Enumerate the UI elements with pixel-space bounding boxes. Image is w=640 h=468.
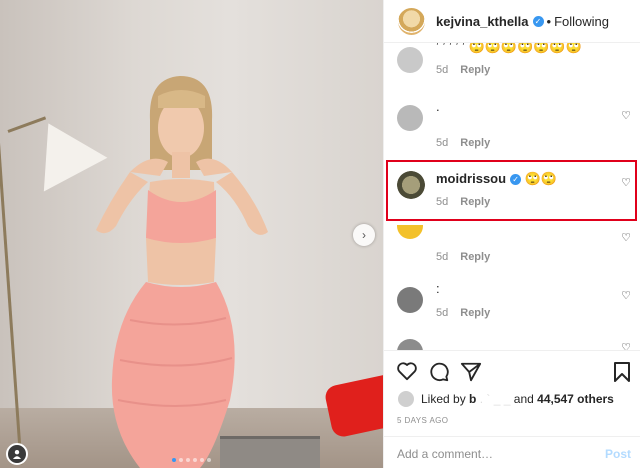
reply-button[interactable]: Reply — [460, 64, 490, 76]
others-count[interactable]: 44,547 others — [537, 392, 614, 406]
post-header: kejvina_kthella ✓ • Following — [384, 0, 640, 43]
comment-item: ♡ — [384, 331, 640, 350]
carousel-dot — [179, 458, 183, 462]
comment-item: . 5d Reply ♡ — [384, 95, 640, 151]
comment-like-heart-icon[interactable]: ♡ — [621, 289, 631, 302]
carousel-dot — [200, 458, 204, 462]
author-username[interactable]: kejvina_kthella — [436, 14, 529, 29]
comment-meta: 5d Reply — [436, 64, 490, 76]
comment-item: : 5d Reply ♡ — [384, 275, 640, 331]
liked-by-and: and — [513, 392, 534, 406]
comment-avatar[interactable] — [397, 225, 423, 239]
reply-button[interactable]: Reply — [460, 251, 490, 263]
comment-meta: 5d Reply — [436, 137, 490, 149]
share-icon[interactable] — [460, 361, 482, 388]
comment-item: ʼ ʼ ʼ ʼ ʼ 🙄🙄🙄🙄🙄🙄🙄 5d Reply — [384, 43, 640, 95]
post-comment-button[interactable]: Post — [605, 447, 631, 461]
verified-badge-icon: ✓ — [532, 15, 544, 27]
post-timestamp[interactable]: 5 DAYS AGO — [397, 416, 448, 425]
liked-by-user-obscured: . ` _ _ — [479, 392, 511, 406]
comment-text: . — [436, 99, 440, 114]
likes-summary: Liked by b . ` _ _ and 44,547 others — [397, 390, 614, 408]
comment-time: 5d — [436, 137, 449, 149]
chevron-right-icon: › — [362, 228, 366, 242]
carousel-dot — [193, 458, 197, 462]
comment-like-heart-icon[interactable]: ♡ — [621, 231, 631, 244]
instagram-post: › kejvina_kthella ✓ • Following ʼ ʼ ʼ ʼ … — [0, 0, 640, 468]
comment-time: 5d — [436, 64, 449, 76]
add-comment-bar: Add a comment… Post — [384, 436, 640, 468]
action-icons — [396, 361, 631, 385]
comment-avatar[interactable] — [397, 105, 423, 131]
author-avatar[interactable] — [398, 7, 425, 35]
comment-text: ʼ ʼ ʼ ʼ ʼ 🙄🙄🙄🙄🙄🙄🙄 — [436, 43, 582, 54]
comment-meta: 5d Reply — [436, 251, 490, 263]
comment-avatar[interactable] — [397, 47, 423, 73]
comment-like-heart-icon[interactable]: ♡ — [621, 109, 631, 122]
next-photo-button[interactable]: › — [353, 224, 375, 246]
comment-item: 5d Reply ♡ — [384, 219, 640, 275]
highlight-box — [386, 160, 637, 221]
person-figure — [96, 76, 268, 468]
liker-avatar[interactable] — [397, 390, 415, 408]
carousel-dots — [172, 458, 211, 462]
post-photo[interactable]: › — [0, 0, 383, 468]
comment-time: 5d — [436, 251, 449, 263]
comment-like-heart-icon[interactable]: ♡ — [621, 341, 631, 350]
comment-text: : — [436, 281, 440, 296]
liked-by-prefix: Liked by — [421, 392, 466, 406]
carousel-dot — [172, 458, 176, 462]
post-actions: Liked by b . ` _ _ and 44,547 others 5 D… — [384, 350, 640, 468]
comment-meta: 5d Reply — [436, 307, 490, 319]
comment-icon[interactable] — [428, 361, 450, 388]
comment-avatar[interactable] — [397, 287, 423, 313]
comment-input[interactable]: Add a comment… — [397, 447, 493, 461]
reply-button[interactable]: Reply — [460, 307, 490, 319]
post-sidebar: kejvina_kthella ✓ • Following ʼ ʼ ʼ ʼ ʼ … — [383, 0, 640, 468]
comment-avatar[interactable] — [397, 339, 423, 350]
carousel-dot — [186, 458, 190, 462]
separator-dot: • — [546, 13, 552, 29]
carousel-dot — [207, 458, 211, 462]
bookmark-icon[interactable] — [613, 361, 631, 388]
reply-button[interactable]: Reply — [460, 137, 490, 149]
tagged-user-icon[interactable] — [6, 443, 28, 465]
comment-time: 5d — [436, 307, 449, 319]
following-button[interactable]: Following — [554, 14, 609, 29]
liked-by-user[interactable]: b — [469, 392, 476, 406]
heart-icon[interactable] — [396, 361, 418, 386]
